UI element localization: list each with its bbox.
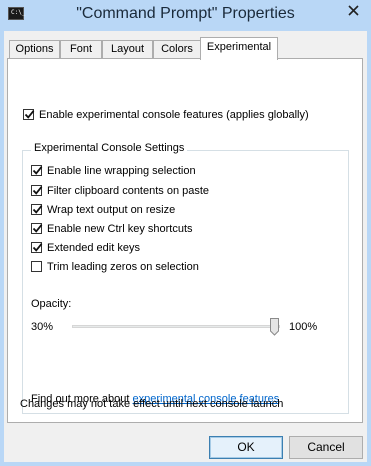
checkbox-label: Wrap text output on resize bbox=[47, 203, 176, 216]
checkmark-icon bbox=[32, 205, 43, 214]
checkmark-icon bbox=[32, 166, 43, 175]
group-title: Experimental Console Settings bbox=[31, 142, 188, 154]
checkbox-box[interactable] bbox=[23, 109, 35, 120]
ctrl-shortcuts-checkbox[interactable]: Enable new Ctrl key shortcuts bbox=[31, 221, 193, 236]
checkmark-icon bbox=[32, 186, 43, 195]
filter-clipboard-checkbox[interactable]: Filter clipboard contents on paste bbox=[31, 183, 209, 198]
wrap-text-checkbox[interactable]: Wrap text output on resize bbox=[31, 202, 175, 217]
checkbox-label: Trim leading zeros on selection bbox=[47, 260, 199, 273]
checkbox-box[interactable] bbox=[31, 223, 43, 234]
window-title: "Command Prompt" Properties bbox=[76, 5, 295, 22]
opacity-slider-track[interactable] bbox=[72, 325, 280, 328]
opacity-min-label: 30% bbox=[31, 321, 54, 333]
opacity-slider-thumb[interactable] bbox=[270, 318, 279, 336]
enable-experimental-label: Enable experimental console features (ap… bbox=[39, 108, 309, 121]
checkmark-icon bbox=[32, 224, 43, 233]
trim-zeros-checkbox[interactable]: Trim leading zeros on selection bbox=[31, 259, 199, 274]
checkbox-box[interactable] bbox=[31, 204, 43, 215]
checkmark-icon bbox=[32, 243, 43, 252]
checkbox-box[interactable] bbox=[31, 185, 43, 196]
checkbox-label: Enable new Ctrl key shortcuts bbox=[47, 222, 193, 235]
close-icon bbox=[347, 5, 359, 16]
tab-layout[interactable]: Layout bbox=[102, 40, 153, 58]
close-button[interactable] bbox=[341, 1, 365, 21]
title-bar[interactable]: C:\_ "Command Prompt" Properties bbox=[0, 0, 371, 31]
cancel-button[interactable]: Cancel bbox=[289, 436, 363, 459]
checkbox-box[interactable] bbox=[31, 242, 43, 253]
checkbox-box[interactable] bbox=[31, 261, 42, 272]
checkbox-label: Filter clipboard contents on paste bbox=[47, 184, 210, 197]
extended-edit-keys-checkbox[interactable]: Extended edit keys bbox=[31, 240, 140, 255]
checkbox-box[interactable] bbox=[31, 165, 43, 176]
restart-note: Changes may not take effect until next c… bbox=[20, 398, 284, 410]
tab-colors[interactable]: Colors bbox=[153, 40, 201, 58]
tab-experimental[interactable]: Experimental bbox=[200, 37, 278, 60]
experimental-panel: Enable experimental console features (ap… bbox=[7, 58, 363, 423]
checkmark-icon bbox=[24, 110, 35, 119]
tab-options[interactable]: Options bbox=[9, 40, 60, 58]
dialog-client-area: Options Font Layout Colors Experimental … bbox=[4, 31, 367, 462]
enable-experimental-checkbox[interactable]: Enable experimental console features (ap… bbox=[23, 107, 309, 122]
checkbox-label: Enable line wrapping selection bbox=[47, 164, 196, 177]
properties-window: C:\_ "Command Prompt" Properties Options… bbox=[0, 0, 371, 466]
line-wrapping-checkbox[interactable]: Enable line wrapping selection bbox=[31, 163, 196, 178]
opacity-label: Opacity: bbox=[31, 298, 72, 310]
checkbox-label: Extended edit keys bbox=[47, 241, 140, 254]
ok-button[interactable]: OK bbox=[209, 436, 283, 459]
opacity-max-label: 100% bbox=[289, 321, 318, 333]
tab-font[interactable]: Font bbox=[60, 40, 102, 58]
